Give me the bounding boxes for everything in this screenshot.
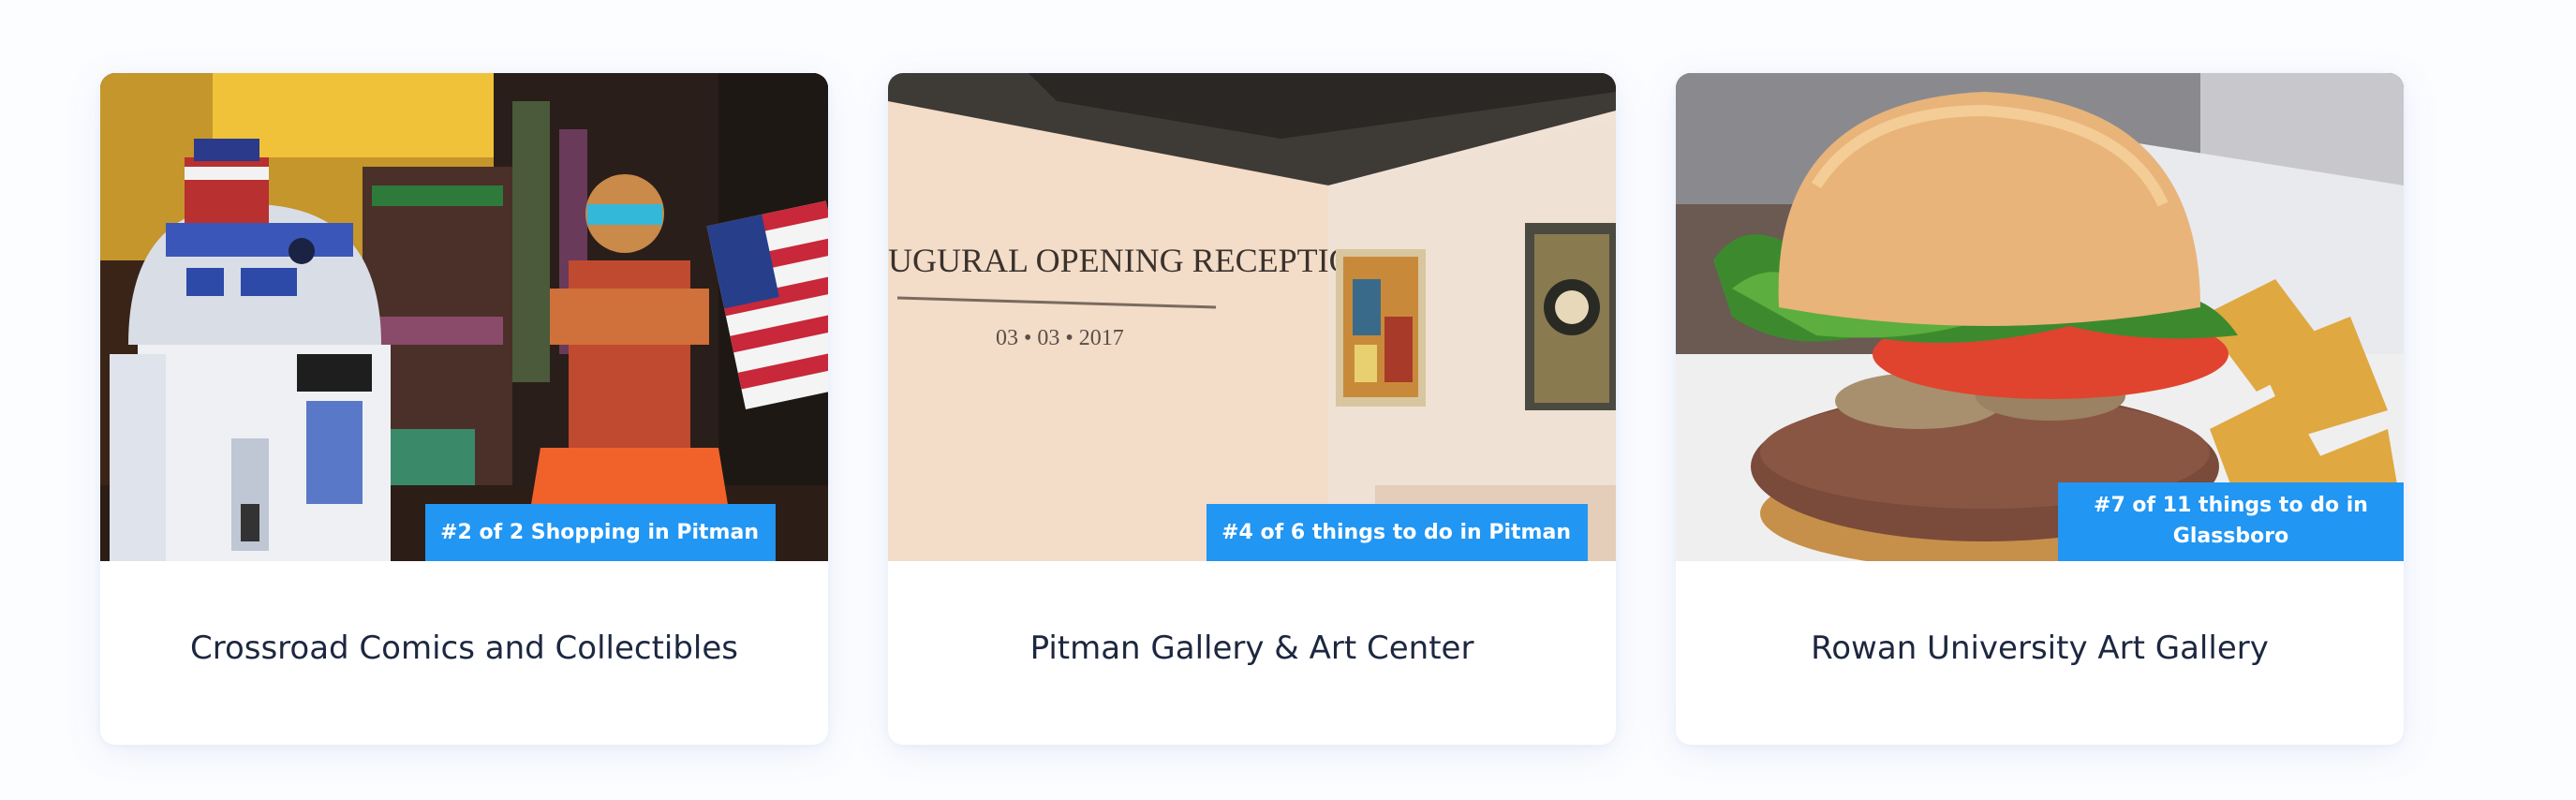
card-image[interactable]: #7 of 11 things to do in Glassboro [1676,73,2404,561]
card-image[interactable]: #2 of 2 Shopping in Pitman [100,73,828,561]
card-title[interactable]: Rowan University Art Gallery [1676,561,2404,745]
rank-badge: #4 of 6 things to do in Pitman [1207,504,1588,561]
comic-shop-photo [100,73,828,561]
attraction-card[interactable]: UGURAL OPENING RECEPTION 03 • 03 • 2017 … [888,73,1616,745]
attraction-cards: #2 of 2 Shopping in Pitman Crossroad Com… [100,73,2404,745]
card-image[interactable]: UGURAL OPENING RECEPTION 03 • 03 • 2017 … [888,73,1616,561]
card-title[interactable]: Crossroad Comics and Collectibles [100,561,828,745]
attraction-card[interactable]: #7 of 11 things to do in Glassboro Rowan… [1676,73,2404,745]
card-title[interactable]: Pitman Gallery & Art Center [888,561,1616,745]
gallery-photo: UGURAL OPENING RECEPTION 03 • 03 • 2017 [888,73,1616,561]
wall-date: 03 • 03 • 2017 [996,326,1124,350]
rank-badge: #7 of 11 things to do in Glassboro [2058,482,2404,561]
attraction-card[interactable]: #2 of 2 Shopping in Pitman Crossroad Com… [100,73,828,745]
rank-badge: #2 of 2 Shopping in Pitman [425,504,776,561]
wall-lettering: UGURAL OPENING RECEPTION [888,242,1378,279]
